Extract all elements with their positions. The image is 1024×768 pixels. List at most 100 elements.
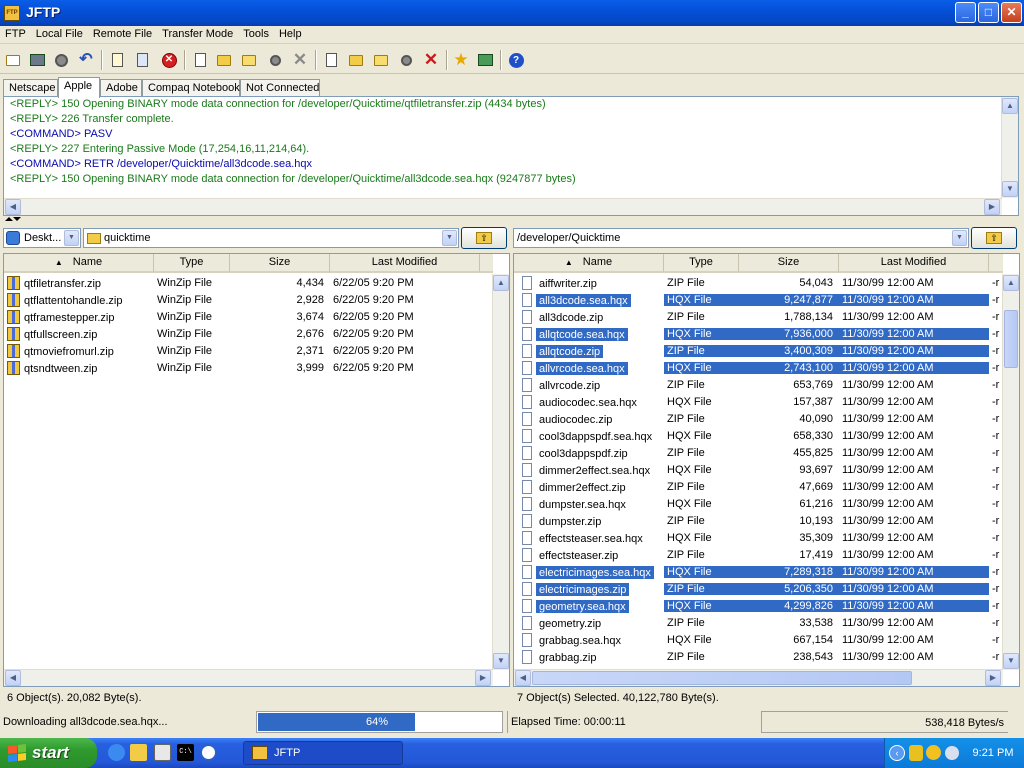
scroll-left-icon[interactable]: ◀ — [5, 670, 21, 686]
messenger-icon[interactable] — [945, 746, 959, 760]
remote-file-list[interactable]: ▲ Name Type Size Last Modified aiffwriter… — [513, 253, 1020, 687]
command-prompt-icon[interactable]: C:\ — [177, 744, 194, 761]
local-col-type[interactable]: Type — [154, 254, 230, 273]
local-rename-icon[interactable] — [265, 50, 285, 70]
remote-col-modified[interactable]: Last Modified — [839, 254, 989, 273]
start-button[interactable]: start — [0, 738, 97, 768]
table-row[interactable]: dimmer2effect.sea.hqx HQX File 93,697 11/30… — [514, 461, 1003, 478]
table-row[interactable]: allvrcode.zip ZIP File 653,769 11/30/99 12:… — [514, 376, 1003, 393]
scroll-down-icon[interactable]: ▼ — [1002, 181, 1018, 197]
table-row[interactable]: all3dcode.sea.hqx HQX File 9,247,877 11/30/… — [514, 291, 1003, 308]
log-panel[interactable]: <REPLY> 150 Opening BINARY mode data con… — [3, 96, 1019, 216]
table-row[interactable]: qtflattentohandle.zip WinZip File 2,928 6/2… — [4, 291, 480, 308]
scroll-down-icon[interactable]: ▼ — [1003, 653, 1019, 669]
table-row[interactable]: qtframestepper.zip WinZip File 3,674 6/22/0… — [4, 308, 480, 325]
network-icon[interactable] — [926, 745, 941, 760]
local-vertical-scrollbar[interactable]: ▲ ▼ — [492, 274, 509, 670]
tab-compaq-notebook[interactable]: Compaq Notebook — [142, 79, 240, 97]
connect-icon[interactable] — [27, 50, 47, 70]
local-file-list[interactable]: ▲ Name Type Size Last Modified qtfiletran… — [3, 253, 510, 687]
local-up-folder-button[interactable]: ⇧ — [461, 227, 507, 249]
local-folder-select[interactable]: quicktime ▼ — [83, 228, 459, 248]
stop-icon[interactable]: ✕ — [159, 50, 179, 70]
remote-col-type[interactable]: Type — [664, 254, 739, 273]
scroll-right-icon[interactable]: ▶ — [984, 199, 1000, 215]
title-bar[interactable]: FTP JFTP _ □ ✕ — [0, 0, 1024, 26]
upload-icon[interactable] — [107, 50, 127, 70]
maximize-button[interactable]: □ — [978, 2, 999, 23]
menu-tools[interactable]: Tools — [238, 26, 274, 42]
table-row[interactable]: dumpster.sea.hqx HQX File 61,216 11/30/99 1… — [514, 495, 1003, 512]
explorer-folder-icon[interactable] — [130, 744, 147, 761]
menu-remote-file[interactable]: Remote File — [88, 26, 157, 42]
table-row[interactable]: cool3dappspdf.sea.hqx HQX File 658,330 11/3… — [514, 427, 1003, 444]
settings-icon[interactable] — [475, 50, 495, 70]
table-row[interactable]: electricimages.zip ZIP File 5,206,350 11/30… — [514, 580, 1003, 597]
scroll-left-icon[interactable]: ◀ — [515, 670, 531, 686]
scroll-down-icon[interactable]: ▼ — [493, 653, 509, 669]
table-row[interactable]: aiffwriter.zip ZIP File 54,043 11/30/99 12:… — [514, 274, 1003, 291]
remote-up-folder-button[interactable]: ⇧ — [971, 227, 1017, 249]
clock[interactable]: 9:21 PM — [961, 738, 1024, 768]
table-row[interactable]: cool3dappspdf.zip ZIP File 455,825 11/30/99… — [514, 444, 1003, 461]
table-row[interactable]: allqtcode.zip ZIP File 3,400,309 11/30/99 1… — [514, 342, 1003, 359]
security-shield-icon[interactable] — [909, 745, 923, 761]
remote-rename-icon[interactable] — [396, 50, 416, 70]
scroll-thumb[interactable] — [1004, 310, 1018, 368]
table-row[interactable]: effectsteaser.zip ZIP File 17,419 11/30/99 … — [514, 546, 1003, 563]
favorites-icon[interactable]: ★ — [451, 50, 471, 70]
chevron-down-icon[interactable]: ▼ — [442, 230, 457, 246]
table-row[interactable]: geometry.zip ZIP File 33,538 11/30/99 12:00… — [514, 614, 1003, 631]
menu-local-file[interactable]: Local File — [31, 26, 88, 42]
remote-new-folder-icon[interactable] — [346, 50, 366, 70]
close-button[interactable]: ✕ — [1001, 2, 1022, 23]
table-row[interactable]: audiocodec.zip ZIP File 40,090 11/30/99 12:… — [514, 410, 1003, 427]
chevron-down-icon[interactable]: ▼ — [64, 230, 79, 246]
local-delete-icon[interactable]: ✕ — [290, 50, 310, 70]
minimize-button[interactable]: _ — [955, 2, 976, 23]
menu-help[interactable]: Help — [274, 26, 307, 42]
table-row[interactable]: dumpster.zip ZIP File 10,193 11/30/99 12:00… — [514, 512, 1003, 529]
log-horizontal-scrollbar[interactable]: ◀ ▶ — [4, 198, 1002, 215]
new-session-icon[interactable] — [3, 50, 23, 70]
table-row[interactable]: allvrcode.sea.hqx HQX File 2,743,100 11/30/… — [514, 359, 1003, 376]
local-drive-select[interactable]: Deskt... ▼ — [3, 228, 81, 248]
remote-view-icon[interactable] — [321, 50, 341, 70]
table-row[interactable]: audiocodec.sea.hqx HQX File 157,387 11/30/9… — [514, 393, 1003, 410]
help-icon[interactable]: ? — [506, 50, 526, 70]
calendar-icon[interactable] — [154, 744, 171, 761]
local-col-modified[interactable]: Last Modified — [330, 254, 480, 273]
splitter[interactable] — [0, 217, 1024, 225]
tab-netscape[interactable]: Netscape — [3, 79, 58, 97]
internet-explorer-icon[interactable] — [108, 744, 125, 761]
menu-ftp[interactable]: FTP — [0, 26, 31, 42]
scroll-left-icon[interactable]: ◀ — [5, 199, 21, 215]
scroll-up-icon[interactable]: ▲ — [1003, 275, 1019, 291]
local-col-name[interactable]: ▲ Name — [4, 254, 154, 273]
scroll-thumb[interactable] — [532, 671, 912, 685]
disconnect-icon[interactable] — [51, 50, 71, 70]
scroll-up-icon[interactable]: ▲ — [1002, 98, 1018, 114]
local-view-icon[interactable] — [190, 50, 210, 70]
remote-vertical-scrollbar[interactable]: ▲ ▼ — [1002, 274, 1019, 670]
table-row[interactable]: electricimages.sea.hqx HQX File 7,289,318 1… — [514, 563, 1003, 580]
tab-adobe[interactable]: Adobe — [100, 79, 142, 97]
remote-path-select[interactable]: /developer/Quicktime ▼ — [513, 228, 969, 248]
splitter-down-icon[interactable] — [13, 217, 21, 221]
remote-col-name[interactable]: ▲ Name — [514, 254, 664, 273]
taskbar-jftp-button[interactable]: JFTP — [243, 741, 403, 765]
remote-col-size[interactable]: Size — [739, 254, 839, 273]
remote-delete-icon[interactable]: ✕ — [421, 50, 441, 70]
local-horizontal-scrollbar[interactable]: ◀ ▶ — [4, 669, 493, 686]
scroll-right-icon[interactable]: ▶ — [475, 670, 491, 686]
table-row[interactable]: dimmer2effect.zip ZIP File 47,669 11/30/99 … — [514, 478, 1003, 495]
remote-open-folder-icon[interactable] — [371, 50, 391, 70]
tab-apple[interactable]: Apple — [58, 77, 100, 98]
tray-expand-icon[interactable]: ‹ — [889, 745, 905, 761]
table-row[interactable]: grabbag.sea.hqx HQX File 667,154 11/30/99 1… — [514, 631, 1003, 648]
splitter-up-icon[interactable] — [5, 217, 13, 221]
scroll-right-icon[interactable]: ▶ — [985, 670, 1001, 686]
remote-horizontal-scrollbar[interactable]: ◀ ▶ — [514, 669, 1003, 686]
undo-icon[interactable]: ↶ — [76, 50, 96, 70]
scroll-up-icon[interactable]: ▲ — [493, 275, 509, 291]
